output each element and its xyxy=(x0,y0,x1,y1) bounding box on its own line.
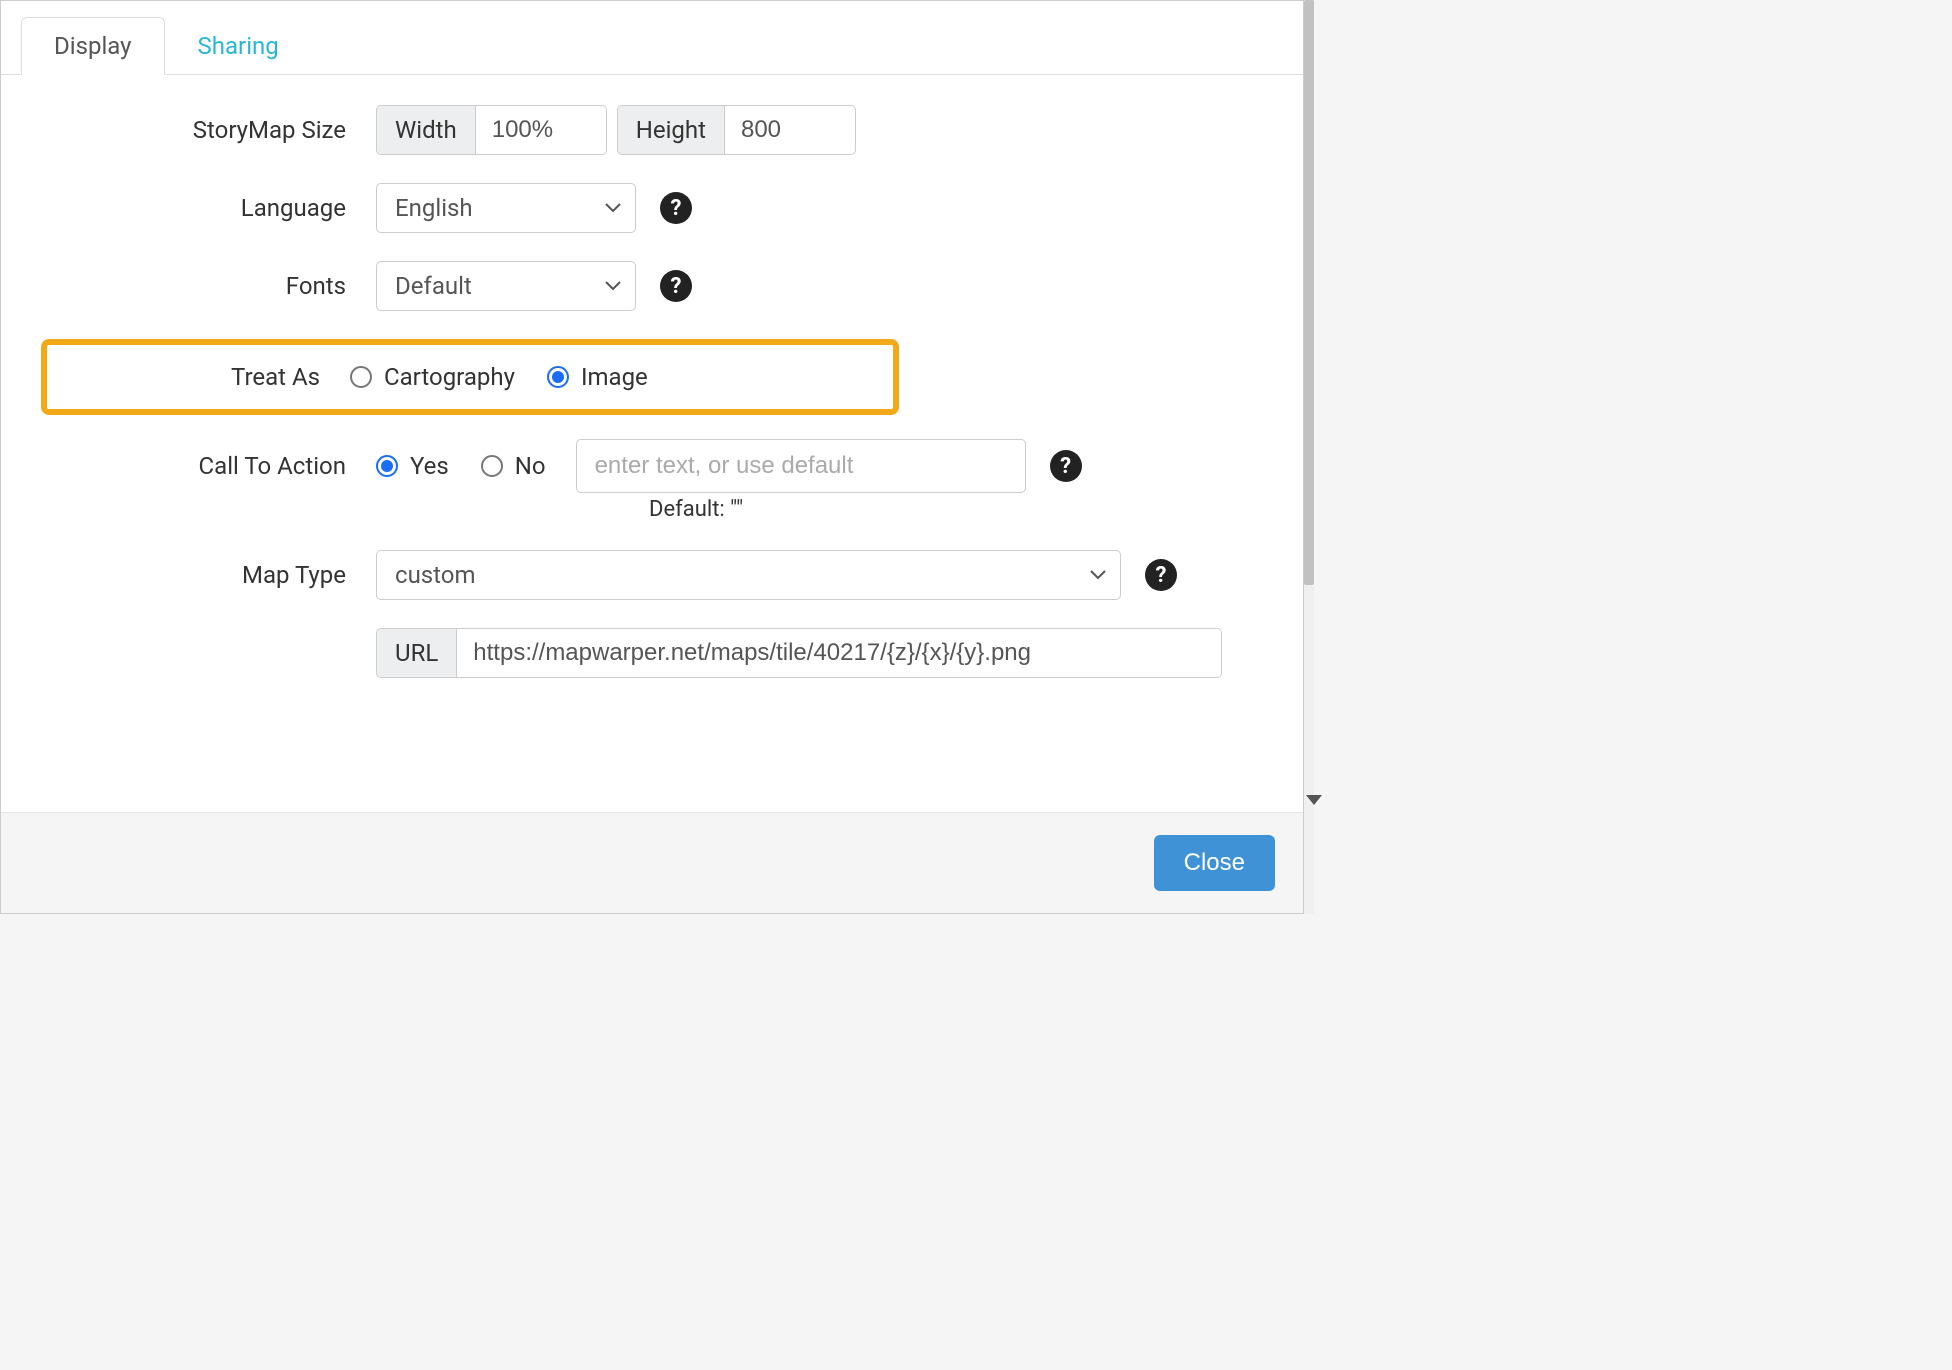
label-fonts: Fonts xyxy=(41,272,376,300)
row-map-type: Map Type custom ? xyxy=(41,550,1263,600)
tab-sharing[interactable]: Sharing xyxy=(165,17,312,75)
cta-text-input[interactable] xyxy=(576,439,1026,493)
tab-display[interactable]: Display xyxy=(21,17,165,75)
scrollbar[interactable] xyxy=(1304,0,1314,914)
help-icon[interactable]: ? xyxy=(660,192,692,224)
chevron-down-icon xyxy=(1090,570,1106,580)
url-input-group: URL xyxy=(376,628,1222,678)
row-map-url: URL xyxy=(41,628,1263,678)
height-addon: Height xyxy=(618,106,725,154)
language-select[interactable]: English xyxy=(376,183,636,233)
label-cta: Call To Action xyxy=(41,452,376,480)
width-input-group: Width xyxy=(376,105,607,155)
radio-cta-no[interactable]: No xyxy=(481,452,546,480)
close-button[interactable]: Close xyxy=(1154,835,1275,891)
radio-cta-yes[interactable]: Yes xyxy=(376,452,449,480)
settings-dialog: Display Sharing StoryMap Size Width Heig… xyxy=(0,0,1304,914)
cta-default-text: Default: "" xyxy=(649,497,1263,522)
radio-image-input[interactable] xyxy=(547,366,569,388)
fonts-value: Default xyxy=(395,272,472,300)
tab-bar: Display Sharing xyxy=(1,1,1303,75)
language-value: English xyxy=(395,194,473,222)
chevron-down-icon xyxy=(605,281,621,291)
help-icon[interactable]: ? xyxy=(1145,559,1177,591)
height-input[interactable] xyxy=(725,106,855,154)
url-addon: URL xyxy=(377,629,457,677)
label-map-type: Map Type xyxy=(41,561,376,589)
height-input-group: Height xyxy=(617,105,856,155)
radio-cta-yes-label: Yes xyxy=(410,452,449,480)
help-icon[interactable]: ? xyxy=(660,270,692,302)
label-language: Language xyxy=(41,194,376,222)
scrollbar-thumb[interactable] xyxy=(1304,0,1314,585)
dialog-footer: Close xyxy=(1,812,1303,913)
row-fonts: Fonts Default ? xyxy=(41,261,1263,311)
radio-cta-no-label: No xyxy=(515,452,546,480)
label-storymap-size: StoryMap Size xyxy=(41,116,376,144)
fonts-select[interactable]: Default xyxy=(376,261,636,311)
radio-image-label: Image xyxy=(581,363,648,391)
radio-cartography[interactable]: Cartography xyxy=(350,363,515,391)
row-language: Language English ? xyxy=(41,183,1263,233)
row-call-to-action: Call To Action Yes No ? xyxy=(41,439,1263,493)
label-treat-as: Treat As xyxy=(47,363,350,391)
radio-image[interactable]: Image xyxy=(547,363,648,391)
radio-cartography-label: Cartography xyxy=(384,363,515,391)
dialog-body: StoryMap Size Width Height Language Engl… xyxy=(1,75,1303,812)
chevron-down-icon xyxy=(605,203,621,213)
treat-as-group: Cartography Image xyxy=(350,363,648,391)
radio-cartography-input[interactable] xyxy=(350,366,372,388)
radio-cta-yes-input[interactable] xyxy=(376,455,398,477)
width-input[interactable] xyxy=(476,106,606,154)
cta-radio-group: Yes No xyxy=(376,452,546,480)
row-storymap-size: StoryMap Size Width Height xyxy=(41,105,1263,155)
help-icon[interactable]: ? xyxy=(1050,450,1082,482)
scroll-down-arrow-icon[interactable] xyxy=(1306,795,1322,805)
url-input[interactable] xyxy=(457,629,1221,677)
width-addon: Width xyxy=(377,106,476,154)
radio-cta-no-input[interactable] xyxy=(481,455,503,477)
highlight-treat-as: Treat As Cartography Image xyxy=(41,339,899,415)
map-type-value: custom xyxy=(395,561,476,589)
map-type-select[interactable]: custom xyxy=(376,550,1121,600)
